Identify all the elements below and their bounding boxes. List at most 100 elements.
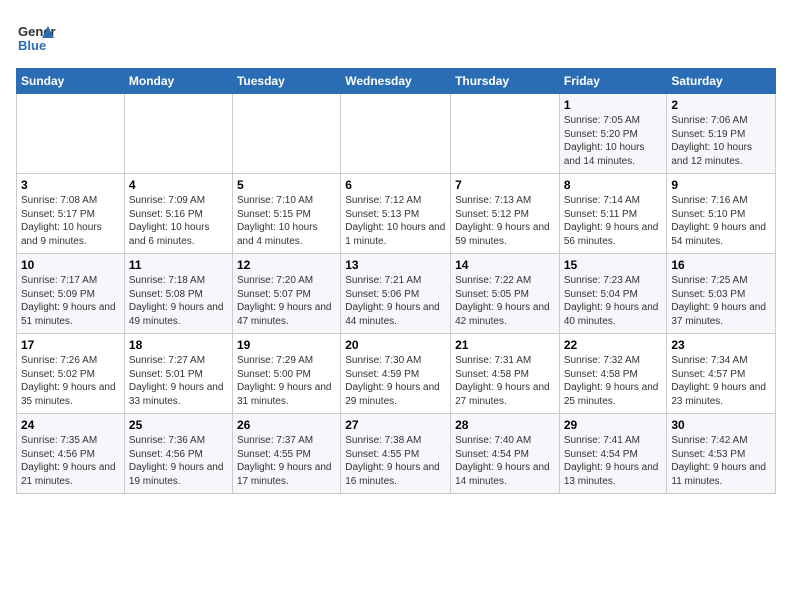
day-detail: Sunrise: 7:35 AM Sunset: 4:56 PM Dayligh…: [21, 434, 120, 488]
day-number: 9: [671, 178, 771, 192]
day-number: 5: [237, 178, 336, 192]
calendar-table: SundayMondayTuesdayWednesdayThursdayFrid…: [16, 68, 776, 494]
day-detail: Sunrise: 7:41 AM Sunset: 4:54 PM Dayligh…: [564, 434, 663, 488]
day-detail: Sunrise: 7:21 AM Sunset: 5:06 PM Dayligh…: [345, 274, 446, 328]
calendar-week-row: 10 Sunrise: 7:17 AM Sunset: 5:09 PM Dayli…: [17, 254, 776, 334]
day-number: 29: [564, 418, 663, 432]
calendar-cell: 2 Sunrise: 7:06 AM Sunset: 5:19 PM Daylig…: [667, 94, 776, 174]
day-detail: Sunrise: 7:08 AM Sunset: 5:17 PM Dayligh…: [21, 194, 120, 248]
day-number: 1: [564, 98, 663, 112]
day-detail: Sunrise: 7:27 AM Sunset: 5:01 PM Dayligh…: [129, 354, 228, 408]
day-number: 16: [671, 258, 771, 272]
day-detail: Sunrise: 7:17 AM Sunset: 5:09 PM Dayligh…: [21, 274, 120, 328]
day-detail: Sunrise: 7:38 AM Sunset: 4:55 PM Dayligh…: [345, 434, 446, 488]
day-detail: Sunrise: 7:18 AM Sunset: 5:08 PM Dayligh…: [129, 274, 228, 328]
day-number: 13: [345, 258, 446, 272]
day-number: 17: [21, 338, 120, 352]
day-number: 10: [21, 258, 120, 272]
day-number: 19: [237, 338, 336, 352]
logo-icon: General Blue: [16, 16, 56, 56]
day-number: 24: [21, 418, 120, 432]
calendar-cell: 17 Sunrise: 7:26 AM Sunset: 5:02 PM Dayli…: [17, 334, 125, 414]
day-number: 8: [564, 178, 663, 192]
header-friday: Friday: [559, 69, 667, 94]
calendar-cell: 5 Sunrise: 7:10 AM Sunset: 5:15 PM Daylig…: [232, 174, 340, 254]
calendar-week-row: 1 Sunrise: 7:05 AM Sunset: 5:20 PM Daylig…: [17, 94, 776, 174]
calendar-cell: 18 Sunrise: 7:27 AM Sunset: 5:01 PM Dayli…: [124, 334, 232, 414]
calendar-cell: 15 Sunrise: 7:23 AM Sunset: 5:04 PM Dayli…: [559, 254, 667, 334]
calendar-cell: 8 Sunrise: 7:14 AM Sunset: 5:11 PM Daylig…: [559, 174, 667, 254]
calendar-cell: 24 Sunrise: 7:35 AM Sunset: 4:56 PM Dayli…: [17, 414, 125, 494]
day-detail: Sunrise: 7:10 AM Sunset: 5:15 PM Dayligh…: [237, 194, 336, 248]
day-number: 30: [671, 418, 771, 432]
day-detail: Sunrise: 7:31 AM Sunset: 4:58 PM Dayligh…: [455, 354, 555, 408]
header-wednesday: Wednesday: [341, 69, 451, 94]
day-number: 21: [455, 338, 555, 352]
day-detail: Sunrise: 7:34 AM Sunset: 4:57 PM Dayligh…: [671, 354, 771, 408]
calendar-cell: 22Sunrise: 7:32 AM Sunset: 4:58 PM Dayli…: [559, 334, 667, 414]
calendar-cell: 13 Sunrise: 7:21 AM Sunset: 5:06 PM Dayli…: [341, 254, 451, 334]
day-detail: Sunrise: 7:22 AM Sunset: 5:05 PM Dayligh…: [455, 274, 555, 328]
day-number: 22: [564, 338, 663, 352]
day-detail: Sunrise: 7:26 AM Sunset: 5:02 PM Dayligh…: [21, 354, 120, 408]
day-detail: Sunrise: 7:06 AM Sunset: 5:19 PM Dayligh…: [671, 114, 771, 168]
calendar-cell: 14Sunrise: 7:22 AM Sunset: 5:05 PM Dayli…: [451, 254, 560, 334]
calendar-cell: 26 Sunrise: 7:37 AM Sunset: 4:55 PM Dayli…: [232, 414, 340, 494]
calendar-cell: 9 Sunrise: 7:16 AM Sunset: 5:10 PM Daylig…: [667, 174, 776, 254]
day-detail: Sunrise: 7:12 AM Sunset: 5:13 PM Dayligh…: [345, 194, 446, 248]
calendar-cell: 16 Sunrise: 7:25 AM Sunset: 5:03 PM Dayli…: [667, 254, 776, 334]
day-number: 3: [21, 178, 120, 192]
calendar-cell: 3 Sunrise: 7:08 AM Sunset: 5:17 PM Daylig…: [17, 174, 125, 254]
calendar-cell: 23 Sunrise: 7:34 AM Sunset: 4:57 PM Dayli…: [667, 334, 776, 414]
header-saturday: Saturday: [667, 69, 776, 94]
calendar-cell: 19Sunrise: 7:29 AM Sunset: 5:00 PM Dayli…: [232, 334, 340, 414]
calendar-week-row: 17 Sunrise: 7:26 AM Sunset: 5:02 PM Dayli…: [17, 334, 776, 414]
calendar-cell: 7Sunrise: 7:13 AM Sunset: 5:12 PM Daylig…: [451, 174, 560, 254]
calendar-cell: 20 Sunrise: 7:30 AM Sunset: 4:59 PM Dayli…: [341, 334, 451, 414]
calendar-cell: [17, 94, 125, 174]
day-detail: Sunrise: 7:40 AM Sunset: 4:54 PM Dayligh…: [455, 434, 555, 488]
calendar-cell: 25Sunrise: 7:36 AM Sunset: 4:56 PM Dayli…: [124, 414, 232, 494]
day-detail: Sunrise: 7:05 AM Sunset: 5:20 PM Dayligh…: [564, 114, 663, 168]
calendar-header-row: SundayMondayTuesdayWednesdayThursdayFrid…: [17, 69, 776, 94]
day-number: 7: [455, 178, 555, 192]
day-number: 26: [237, 418, 336, 432]
calendar-cell: 28 Sunrise: 7:40 AM Sunset: 4:54 PM Dayli…: [451, 414, 560, 494]
calendar-cell: 11 Sunrise: 7:18 AM Sunset: 5:08 PM Dayli…: [124, 254, 232, 334]
day-number: 15: [564, 258, 663, 272]
day-detail: Sunrise: 7:14 AM Sunset: 5:11 PM Dayligh…: [564, 194, 663, 248]
header-thursday: Thursday: [451, 69, 560, 94]
day-number: 12: [237, 258, 336, 272]
day-detail: Sunrise: 7:23 AM Sunset: 5:04 PM Dayligh…: [564, 274, 663, 328]
calendar-week-row: 24 Sunrise: 7:35 AM Sunset: 4:56 PM Dayli…: [17, 414, 776, 494]
header-monday: Monday: [124, 69, 232, 94]
day-number: 4: [129, 178, 228, 192]
calendar-cell: [451, 94, 560, 174]
page-header: General Blue: [16, 16, 776, 56]
day-detail: Sunrise: 7:37 AM Sunset: 4:55 PM Dayligh…: [237, 434, 336, 488]
day-detail: Sunrise: 7:42 AM Sunset: 4:53 PM Dayligh…: [671, 434, 771, 488]
calendar-week-row: 3 Sunrise: 7:08 AM Sunset: 5:17 PM Daylig…: [17, 174, 776, 254]
day-detail: Sunrise: 7:20 AM Sunset: 5:07 PM Dayligh…: [237, 274, 336, 328]
calendar-cell: 1 Sunrise: 7:05 AM Sunset: 5:20 PM Daylig…: [559, 94, 667, 174]
day-number: 28: [455, 418, 555, 432]
day-number: 27: [345, 418, 446, 432]
day-detail: Sunrise: 7:36 AM Sunset: 4:56 PM Dayligh…: [129, 434, 228, 488]
day-detail: Sunrise: 7:30 AM Sunset: 4:59 PM Dayligh…: [345, 354, 446, 408]
day-number: 20: [345, 338, 446, 352]
day-number: 2: [671, 98, 771, 112]
day-detail: Sunrise: 7:25 AM Sunset: 5:03 PM Dayligh…: [671, 274, 771, 328]
day-number: 23: [671, 338, 771, 352]
day-detail: Sunrise: 7:16 AM Sunset: 5:10 PM Dayligh…: [671, 194, 771, 248]
calendar-cell: [124, 94, 232, 174]
day-number: 11: [129, 258, 228, 272]
calendar-cell: 10 Sunrise: 7:17 AM Sunset: 5:09 PM Dayli…: [17, 254, 125, 334]
calendar-cell: 4Sunrise: 7:09 AM Sunset: 5:16 PM Daylig…: [124, 174, 232, 254]
day-number: 6: [345, 178, 446, 192]
day-number: 18: [129, 338, 228, 352]
svg-text:Blue: Blue: [18, 38, 46, 53]
calendar-cell: [232, 94, 340, 174]
header-tuesday: Tuesday: [232, 69, 340, 94]
calendar-cell: [341, 94, 451, 174]
calendar-cell: 27 Sunrise: 7:38 AM Sunset: 4:55 PM Dayli…: [341, 414, 451, 494]
